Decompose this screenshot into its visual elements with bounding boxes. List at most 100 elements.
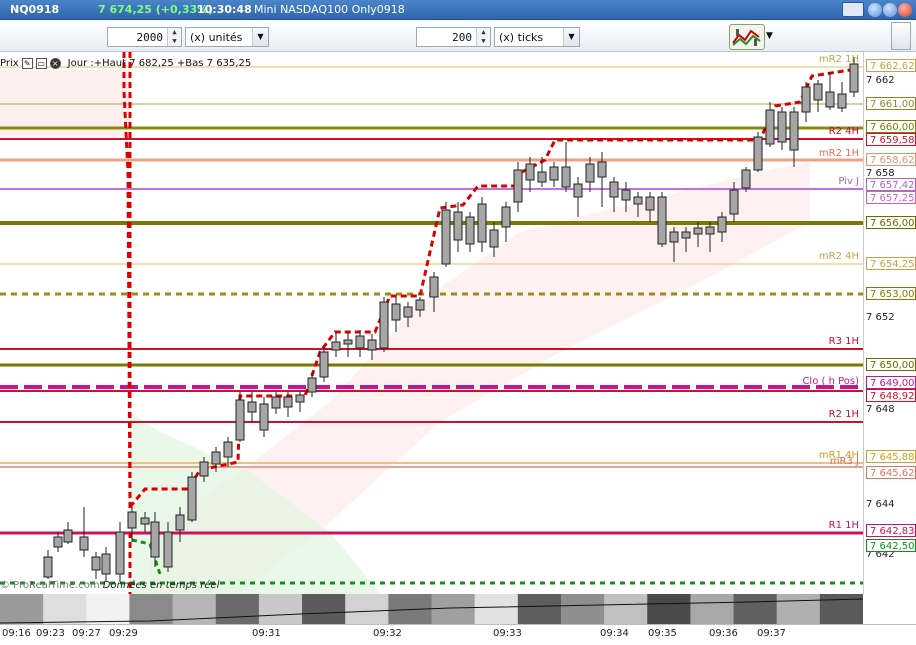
candle-body <box>91 556 101 571</box>
level-label: R1 1H <box>828 520 859 531</box>
candle-body <box>53 536 63 548</box>
candle-body <box>813 83 823 101</box>
ticks-value: 200 <box>452 31 472 44</box>
strip-band <box>345 594 390 624</box>
candle-body <box>187 476 197 521</box>
axis-price-badge: 7 642,50 <box>866 539 916 552</box>
candle-body <box>633 196 643 205</box>
candle-body <box>645 196 655 211</box>
spinner-arrows-icon[interactable]: ▲ ▼ <box>167 28 181 46</box>
chevron-down-icon[interactable]: ▼ <box>766 31 773 41</box>
axis-price-badge: 7 648,92 <box>866 389 916 402</box>
time-axis: 09:16 09:23 09:27 09:29 09:31 09:32 09:3… <box>0 624 916 645</box>
candle-body <box>63 529 73 543</box>
level-label: mR3 J <box>829 456 859 467</box>
axis-price-badge: 7 657,42 <box>866 178 916 191</box>
strip-band <box>302 594 347 624</box>
candle-body <box>741 169 751 189</box>
strip-band <box>474 594 519 624</box>
candle-body <box>525 163 535 181</box>
maximize-icon[interactable] <box>883 3 897 17</box>
candle-body <box>693 227 703 235</box>
candle-body <box>79 536 89 551</box>
window-icon[interactable]: ▭ <box>35 57 47 69</box>
level-label: mR2 1H <box>818 54 859 65</box>
axis-price-badge: 7 645,62 <box>866 466 916 479</box>
time-tick: 09:33 <box>493 628 522 639</box>
candle-body <box>223 441 233 458</box>
wrench-icon[interactable]: ✎ <box>21 57 33 69</box>
candle-body <box>235 399 245 441</box>
units-spinner[interactable]: 2000 ▲ ▼ <box>107 27 182 47</box>
axis-price-badge: 7 649,00 <box>866 376 916 389</box>
strip-band <box>733 594 778 624</box>
ticks-spinner[interactable]: 200 ▲ ▼ <box>416 27 491 47</box>
strip-band <box>819 594 864 624</box>
candle-body <box>331 341 341 351</box>
time-tick: 09:37 <box>757 628 786 639</box>
realtime-text: Données en temps réel <box>102 580 220 591</box>
axis-price-badge: 7 650,00 <box>866 358 916 371</box>
chevron-down-icon[interactable]: ▼ <box>563 28 579 46</box>
candle-body <box>367 339 377 351</box>
candle-body <box>403 306 413 318</box>
strip-band <box>776 594 821 624</box>
axis-price-badge: 7 656,00 <box>866 216 916 229</box>
watermark: © ProRealTime.com Données en temps réel <box>0 580 219 591</box>
candle-body <box>307 377 317 393</box>
units-select-label: (x) unités <box>190 31 243 44</box>
keyboard-icon[interactable] <box>842 2 864 17</box>
level-label: Clo ( h Pos) <box>802 376 859 387</box>
level-label: mR2 1H <box>818 148 859 159</box>
strip-band <box>0 594 45 624</box>
side-panel-toggle[interactable] <box>891 22 911 50</box>
strip-band <box>215 594 260 624</box>
candle-body <box>391 303 401 321</box>
strip-band <box>517 594 562 624</box>
price-chart[interactable]: Prix ✎ ▭ × Jour :+Haut 7 682,25 +Bas 7 6… <box>0 52 863 594</box>
chart-tool-icon[interactable] <box>729 24 765 50</box>
units-select[interactable]: (x) unités ▼ <box>185 27 269 47</box>
spinner-arrows-icon[interactable]: ▲ ▼ <box>476 28 490 46</box>
ticks-select[interactable]: (x) ticks ▼ <box>494 27 580 47</box>
axis-price-badge: 7 653,00 <box>866 287 916 300</box>
time-tick: 09:34 <box>600 628 629 639</box>
candle-body <box>765 109 775 145</box>
level-label: R3 1H <box>828 336 859 347</box>
candle-body <box>477 203 487 243</box>
axis-tick: 7 662 <box>866 75 895 86</box>
chart-header: Prix ✎ ▭ × Jour :+Haut 7 682,25 +Bas 7 6… <box>0 56 251 70</box>
axis-price-badge: 7 657,25 <box>866 191 916 204</box>
minimize-icon[interactable] <box>868 3 882 17</box>
candle-body <box>283 396 293 408</box>
candle-body <box>537 171 547 183</box>
time-tick: 09:35 <box>648 628 677 639</box>
candle-body <box>777 111 787 143</box>
candle-body <box>379 301 389 349</box>
close-circle-icon[interactable]: × <box>49 57 61 69</box>
chart-canvas <box>0 52 863 594</box>
strip-band <box>604 594 649 624</box>
time-tick: 09:29 <box>109 628 138 639</box>
time-tick: 09:27 <box>72 628 101 639</box>
candle-body <box>513 169 523 203</box>
candle-body <box>705 226 715 235</box>
level-label: mR2 4H <box>818 251 859 262</box>
candle-body <box>150 521 160 558</box>
candle-body <box>140 517 150 525</box>
strip-band <box>431 594 476 624</box>
candle-body <box>271 396 281 409</box>
close-icon[interactable] <box>898 3 912 17</box>
time-tick: 09:23 <box>36 628 65 639</box>
candle-body <box>837 93 847 109</box>
candle-body <box>319 351 329 378</box>
candle-body <box>199 461 209 477</box>
candle-body <box>561 166 571 188</box>
chevron-down-icon[interactable]: ▼ <box>252 28 268 46</box>
strip-band <box>86 594 131 624</box>
price-axis[interactable]: 7 662 7 658 7 652 7 648 7 644 7 642 7 66… <box>863 52 916 594</box>
candle-body <box>163 531 173 568</box>
time-tick: 09:31 <box>252 628 281 639</box>
candle-body <box>501 206 511 228</box>
candle-body <box>573 183 583 198</box>
